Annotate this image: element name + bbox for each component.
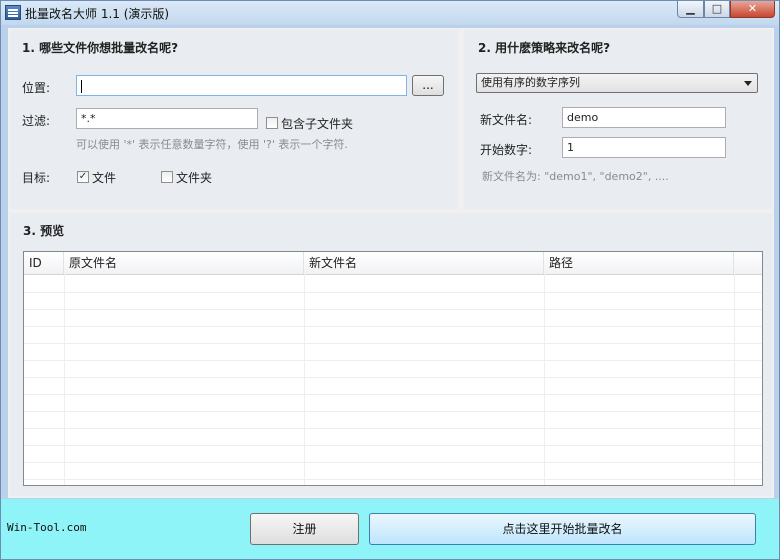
browse-button[interactable]: ...	[412, 75, 444, 96]
strategy-selected-value: 使用有序的数字序列	[481, 76, 580, 89]
new-name-input[interactable]: demo	[562, 107, 726, 128]
target-folder-label: 文件夹	[176, 171, 213, 185]
row-divider	[24, 445, 762, 446]
row-divider	[24, 292, 762, 293]
column-header-id[interactable]: ID	[24, 252, 64, 274]
wildcard-hint: 可以使用 '*' 表示任意数量字符，使用 '?' 表示一个字符.	[76, 138, 348, 151]
main-content: 1. 哪些文件你想批量改名呢? 位置: ... 过滤: *.* 包含子文件夹 可…	[8, 28, 774, 498]
preview-panel: 3. 预览 ID 原文件名 新文件名 路径	[10, 213, 772, 496]
section2-title: 2. 用什麽策略来改名呢?	[478, 41, 611, 55]
column-header-path[interactable]: 路径	[544, 252, 734, 274]
row-divider	[24, 411, 762, 412]
column-header-original-name[interactable]: 原文件名	[64, 252, 304, 274]
row-divider	[24, 462, 762, 463]
target-folder-checkbox[interactable]	[161, 171, 173, 183]
window-title: 批量改名大师 1.1 (演示版)	[25, 7, 170, 21]
app-icon	[5, 5, 21, 20]
row-divider	[24, 394, 762, 395]
row-divider	[24, 309, 762, 310]
minimize-button[interactable]: ▁	[677, 1, 704, 18]
include-subfolders-label: 包含子文件夹	[281, 117, 354, 131]
title-bar: 批量改名大师 1.1 (演示版) ▁ □ ✕	[1, 1, 779, 25]
location-label: 位置:	[22, 81, 51, 95]
target-file-label: 文件	[92, 171, 117, 185]
dropdown-arrow-icon	[744, 81, 752, 86]
new-name-label: 新文件名:	[480, 113, 533, 127]
row-divider	[24, 479, 762, 480]
column-divider	[64, 274, 65, 485]
file-selection-panel: 1. 哪些文件你想批量改名呢? 位置: ... 过滤: *.* 包含子文件夹 可…	[10, 30, 458, 209]
footer-bar: Win-Tool.com 注册 点击这里开始批量改名	[1, 499, 779, 559]
include-subfolders-checkbox[interactable]	[266, 117, 278, 129]
section3-title: 3. 预览	[23, 224, 65, 238]
column-header-new-name[interactable]: 新文件名	[304, 252, 544, 274]
app-window: 批量改名大师 1.1 (演示版) ▁ □ ✕ 1. 哪些文件你想批量改名呢? 位…	[0, 0, 780, 560]
filter-label: 过滤:	[22, 114, 51, 128]
filter-input[interactable]: *.*	[76, 108, 258, 129]
section1-title: 1. 哪些文件你想批量改名呢?	[22, 41, 179, 55]
start-rename-button[interactable]: 点击这里开始批量改名	[369, 513, 756, 545]
new-name-preview-hint: 新文件名为: "demo1", "demo2", ....	[482, 170, 669, 183]
column-divider	[304, 274, 305, 485]
column-divider	[734, 274, 735, 485]
target-file-checkbox[interactable]: ✓	[77, 171, 89, 183]
row-divider	[24, 360, 762, 361]
maximize-button[interactable]: □	[704, 1, 730, 18]
row-divider	[24, 377, 762, 378]
start-number-label: 开始数字:	[480, 143, 533, 157]
location-input[interactable]	[76, 75, 407, 96]
target-label: 目标:	[22, 171, 51, 185]
row-divider	[24, 428, 762, 429]
register-button[interactable]: 注册	[250, 513, 359, 545]
start-number-input[interactable]: 1	[562, 137, 726, 158]
strategy-select[interactable]: 使用有序的数字序列	[476, 73, 758, 93]
row-divider	[24, 343, 762, 344]
text-caret	[81, 79, 82, 93]
close-button[interactable]: ✕	[730, 1, 775, 18]
site-label: Win-Tool.com	[7, 521, 87, 534]
preview-table[interactable]: ID 原文件名 新文件名 路径	[23, 251, 763, 486]
table-header: ID 原文件名 新文件名 路径	[24, 252, 762, 275]
strategy-panel: 2. 用什麽策略来改名呢? 使用有序的数字序列 新文件名: demo 开始数字:…	[464, 30, 772, 209]
row-divider	[24, 326, 762, 327]
column-divider	[544, 274, 545, 485]
